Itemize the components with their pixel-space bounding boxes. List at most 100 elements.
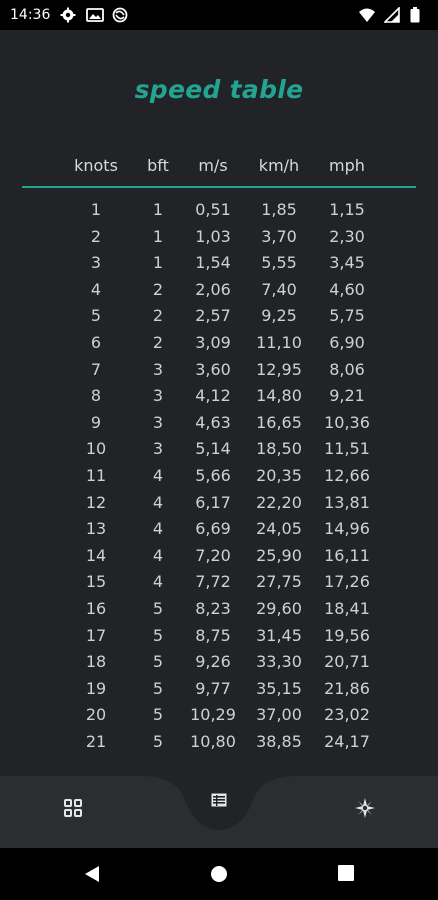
wifi-icon bbox=[358, 7, 376, 23]
cell-knots: 18 bbox=[85, 652, 107, 672]
cell-knots: 3 bbox=[90, 253, 102, 273]
cell-ms: 3,60 bbox=[195, 359, 231, 379]
back-icon[interactable] bbox=[83, 864, 103, 884]
cell-kmh: 14,80 bbox=[256, 386, 302, 406]
cell-bft: 2 bbox=[152, 333, 164, 352]
grid-icon bbox=[64, 799, 82, 817]
cell-mph: 2,30 bbox=[329, 226, 365, 246]
cell-bft: 4 bbox=[152, 492, 164, 512]
column-header-ms: m/s bbox=[198, 156, 228, 175]
cell-bft: 3 bbox=[152, 386, 164, 406]
cell-kmh: 38,85 bbox=[256, 732, 302, 751]
cell-ms: 2,06 bbox=[195, 279, 231, 299]
cell-knots: 2 bbox=[90, 226, 102, 246]
cell-kmh: 35,15 bbox=[256, 678, 302, 698]
cell-ms: 0,51 bbox=[195, 200, 231, 219]
cell-mph: 10,36 bbox=[324, 412, 370, 432]
cell-ms: 5,14 bbox=[195, 439, 231, 459]
cell-mph: 12,66 bbox=[324, 466, 370, 485]
cell-ms: 8,23 bbox=[195, 599, 231, 618]
nav-compass-button[interactable] bbox=[341, 784, 389, 832]
cell-bft: 1 bbox=[152, 253, 164, 273]
table-row: 14 4 7,20 25,90 16,11 bbox=[0, 546, 438, 573]
table-row: 9 3 4,63 16,65 10,36 bbox=[0, 413, 438, 440]
cell-knots: 8 bbox=[90, 386, 102, 406]
cell-kmh: 9,25 bbox=[261, 306, 297, 326]
table-row: 12 4 6,17 22,20 13,81 bbox=[0, 493, 438, 520]
cell-kmh: 16,65 bbox=[256, 412, 302, 432]
home-icon[interactable] bbox=[209, 864, 229, 884]
table-row: 8 3 4,12 14,80 9,21 bbox=[0, 386, 438, 413]
cell-mph: 21,86 bbox=[324, 678, 370, 698]
nav-table-button[interactable] bbox=[195, 776, 243, 824]
table-row: 4 2 2,06 7,40 4,60 bbox=[0, 280, 438, 307]
cell-mph: 9,21 bbox=[329, 386, 365, 406]
cell-bft: 2 bbox=[152, 306, 164, 326]
cell-mph: 20,71 bbox=[324, 652, 370, 672]
cell-kmh: 12,95 bbox=[256, 359, 302, 379]
cell-mph: 18,41 bbox=[324, 599, 370, 618]
cell-bft: 3 bbox=[152, 439, 164, 459]
cell-kmh: 24,05 bbox=[256, 519, 302, 539]
cell-kmh: 18,50 bbox=[256, 439, 302, 459]
cell-bft: 5 bbox=[152, 678, 164, 698]
cell-bft: 2 bbox=[152, 279, 164, 299]
table-icon bbox=[211, 793, 227, 807]
cell-knots: 21 bbox=[85, 732, 107, 751]
cell-mph: 19,56 bbox=[324, 625, 370, 645]
cell-ms: 9,26 bbox=[195, 652, 231, 672]
cell-knots: 4 bbox=[90, 279, 102, 299]
cell-kmh: 3,70 bbox=[261, 226, 297, 246]
column-header-kmh: km/h bbox=[258, 156, 300, 175]
table-header: knots bft m/s km/h mph bbox=[0, 156, 438, 180]
cell-kmh: 31,45 bbox=[256, 625, 302, 645]
cell-knots: 17 bbox=[85, 625, 107, 645]
table-row: 3 1 1,54 5,55 3,45 bbox=[0, 253, 438, 280]
cell-bft: 5 bbox=[152, 625, 164, 645]
cell-mph: 5,75 bbox=[329, 306, 365, 326]
cell-knots: 10 bbox=[85, 439, 107, 459]
cell-bft: 5 bbox=[152, 705, 164, 725]
cell-kmh: 37,00 bbox=[256, 705, 302, 725]
cell-bft: 3 bbox=[152, 359, 164, 379]
bottom-navigation bbox=[0, 776, 438, 848]
cell-kmh: 22,20 bbox=[256, 492, 302, 512]
status-icons-left bbox=[60, 7, 130, 23]
table-row: 15 4 7,72 27,75 17,26 bbox=[0, 572, 438, 599]
cell-knots: 19 bbox=[85, 678, 107, 698]
cell-knots: 7 bbox=[90, 359, 102, 379]
cell-bft: 5 bbox=[152, 732, 164, 751]
column-header-knots: knots bbox=[74, 156, 118, 175]
cell-mph: 17,26 bbox=[324, 572, 370, 592]
image-icon bbox=[86, 7, 104, 23]
column-header-bft: bft bbox=[147, 156, 169, 175]
cell-bft: 3 bbox=[152, 412, 164, 432]
cell-mph: 11,51 bbox=[324, 439, 370, 459]
table-row: 13 4 6,69 24,05 14,96 bbox=[0, 519, 438, 546]
cell-knots: 6 bbox=[90, 333, 102, 352]
cell-knots: 9 bbox=[90, 412, 102, 432]
status-time: 14:36 bbox=[10, 7, 51, 23]
cell-knots: 11 bbox=[85, 466, 107, 485]
table-row: 6 2 3,09 11,10 6,90 bbox=[0, 333, 438, 360]
signal-icon bbox=[383, 6, 402, 23]
page-title: speed table bbox=[134, 75, 304, 104]
status-icons-right bbox=[358, 6, 428, 23]
cell-knots: 16 bbox=[85, 599, 107, 618]
column-header-mph: mph bbox=[329, 156, 365, 175]
cell-kmh: 11,10 bbox=[256, 333, 302, 352]
cell-mph: 13,81 bbox=[324, 492, 370, 512]
compass-icon bbox=[355, 798, 375, 818]
cell-knots: 1 bbox=[90, 200, 102, 219]
cell-mph: 23,02 bbox=[324, 705, 370, 725]
cell-knots: 14 bbox=[85, 545, 107, 565]
cell-bft: 4 bbox=[152, 466, 164, 485]
nav-grid-button[interactable] bbox=[49, 784, 97, 832]
speed-table-body[interactable]: 1 1 0,51 1,85 1,15 2 1 1,03 3,70 2,30 3 1 1,54 5,55 3,… bbox=[0, 200, 438, 775]
cell-ms: 10,29 bbox=[190, 705, 236, 725]
cell-kmh: 33,30 bbox=[256, 652, 302, 672]
cell-bft: 4 bbox=[152, 519, 164, 539]
gear-icon bbox=[60, 7, 78, 23]
recents-icon[interactable] bbox=[337, 864, 357, 884]
no-disturb-icon bbox=[112, 7, 130, 23]
